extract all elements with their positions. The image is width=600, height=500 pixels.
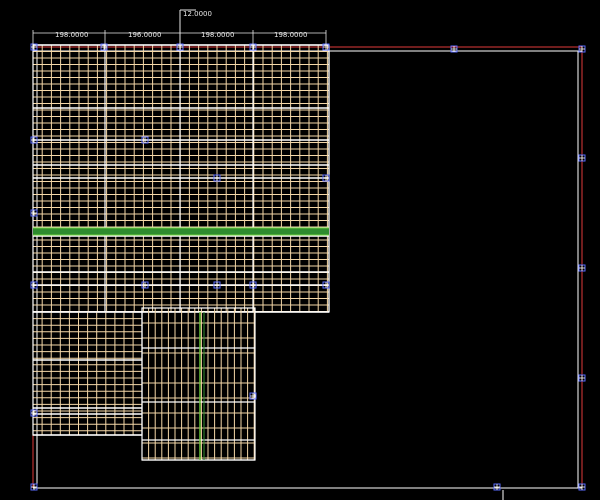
node-marker-icon (30, 281, 38, 289)
node-marker-icon (30, 483, 38, 491)
node-marker-icon (578, 374, 586, 382)
dimension-segment-1: 198.0000 (55, 31, 88, 39)
node-marker-icon (213, 281, 221, 289)
node-marker-icon (578, 264, 586, 272)
grid-block-lower-middle (141, 307, 256, 461)
cad-canvas[interactable]: 12.0000 198.0000 196.0000 198.0000 198.0… (0, 0, 600, 500)
dimension-top-offset: 12.0000 (183, 10, 212, 18)
node-marker-icon (322, 174, 330, 182)
node-marker-icon (493, 483, 501, 491)
node-marker-icon (30, 209, 38, 217)
grid-block-lower-left (32, 311, 143, 436)
floor-grid-drawing[interactable]: 12.0000 198.0000 196.0000 198.0000 198.0… (0, 0, 600, 500)
node-marker-icon (213, 174, 221, 182)
dimension-segment-4: 198.0000 (274, 31, 307, 39)
grid-block-upper (32, 44, 330, 313)
node-marker-icon (322, 281, 330, 289)
dimension-annotations: 12.0000 198.0000 196.0000 198.0000 198.0… (32, 9, 327, 45)
dimension-segment-2: 196.0000 (128, 31, 161, 39)
node-markers (30, 43, 586, 491)
dimension-segment-3: 198.0000 (201, 31, 234, 39)
node-marker-icon (578, 483, 586, 491)
grid-lower-middle-outline (141, 307, 256, 461)
highlighted-beam[interactable] (33, 227, 329, 460)
node-marker-icon (249, 281, 257, 289)
node-marker-icon (578, 154, 586, 162)
green-beam-horizontal (33, 228, 329, 235)
